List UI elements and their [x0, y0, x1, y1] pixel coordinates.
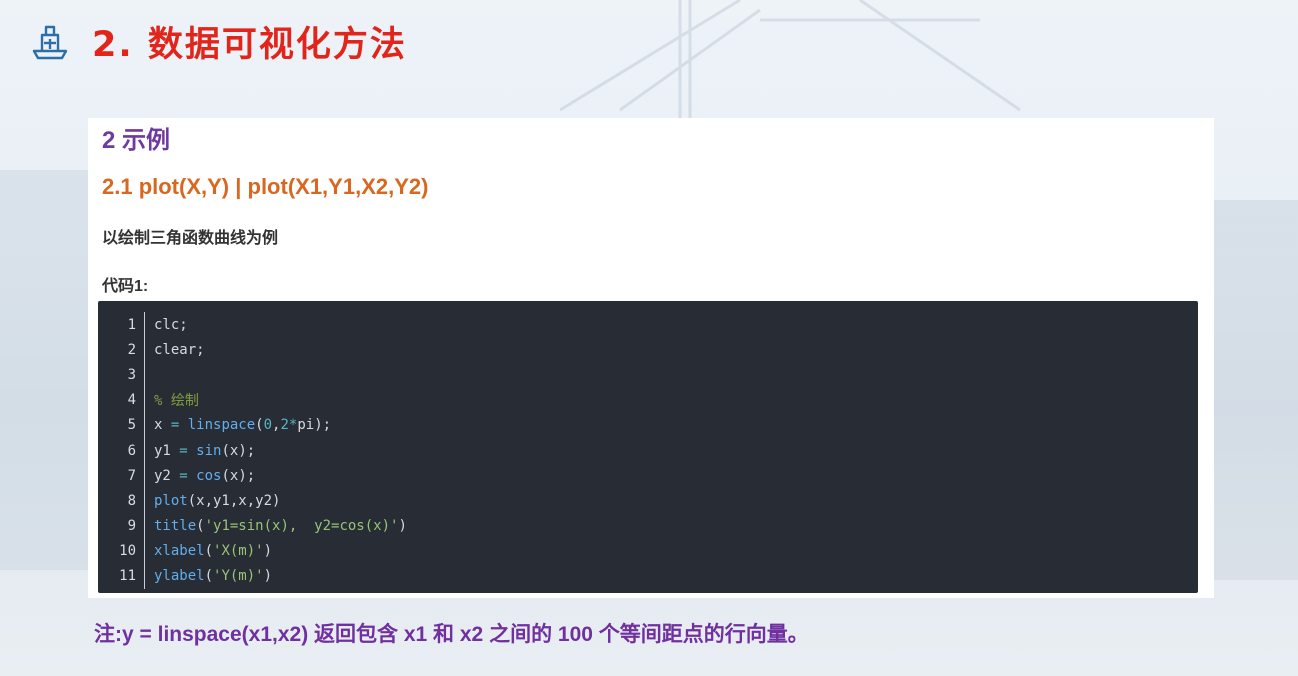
code-line: 3	[98, 362, 1198, 388]
note-text: 注:y = linspace(x1,x2) 返回包含 x1 和 x2 之间的 1…	[94, 623, 809, 646]
code-block[interactable]: 1 clc; 2 clear; 3 4 % 绘制 5 x = linspace(0,2*pi);…	[98, 301, 1198, 593]
section-description: 以绘制三角函数曲线为例	[102, 230, 279, 247]
code-text: x = linspace(0,2*pi);	[154, 417, 332, 434]
code-text: y2 = cos(x);	[154, 467, 256, 484]
code-text: y1 = sin(x);	[154, 442, 256, 459]
background-crane-image	[559, 0, 1080, 120]
code-label: 代码1:	[102, 278, 149, 295]
code-text: plot(x,y1,x,y2)	[154, 492, 281, 509]
line-number: 3	[127, 366, 136, 383]
code-line: 11 ylabel('Y(m)')	[98, 563, 1198, 590]
background-left-scenery	[0, 170, 90, 570]
code-line: 9 title('y1=sin(x), y2=cos(x)')	[98, 513, 1198, 539]
code-text: title('y1=sin(x), y2=cos(x)')	[154, 518, 407, 535]
code-lines: 1 clc; 2 clear; 3 4 % 绘制 5 x = linspace(0,2*pi);…	[98, 312, 1198, 590]
section-subheading: 2.1 plot(X,Y) | plot(X1,Y1,X2,Y2)	[102, 174, 429, 199]
slide-header: 2. 数据可视化方法	[30, 18, 407, 65]
gutter-separator	[144, 362, 145, 388]
code-line: 1 clc;	[98, 312, 1198, 338]
line-number: 1	[127, 316, 136, 333]
line-number: 11	[119, 568, 136, 585]
section-heading: 2 示例	[102, 127, 171, 154]
background-right-scenery	[1214, 200, 1298, 580]
line-number: 2	[127, 341, 136, 358]
line-number: 4	[127, 392, 136, 409]
code-line: 8 plot(x,y1,x,y2)	[98, 488, 1198, 514]
line-number: 5	[127, 417, 136, 434]
line-number: 7	[127, 467, 136, 484]
code-line: 6 y1 = sin(x);	[98, 437, 1198, 464]
code-text: clc;	[154, 316, 188, 333]
line-number: 9	[127, 518, 136, 535]
code-line: 7 y2 = cos(x);	[98, 463, 1198, 489]
code-text: ylabel('Y(m)')	[154, 568, 273, 585]
code-text: clear;	[154, 341, 205, 358]
code-text: xlabel('X(m)')	[154, 543, 273, 560]
code-line: 5 x = linspace(0,2*pi);	[98, 412, 1198, 438]
code-line: 4 % 绘制	[98, 387, 1198, 413]
line-number: 8	[127, 492, 136, 509]
line-number: 6	[127, 442, 136, 459]
ship-icon	[30, 21, 70, 61]
code-line: 10 xlabel('X(m)')	[98, 538, 1198, 564]
code-text: % 绘制	[154, 393, 199, 410]
line-number: 10	[119, 543, 136, 560]
slide-title: 2. 数据可视化方法	[92, 24, 407, 65]
code-line: 2 clear;	[98, 337, 1198, 363]
content-panel: 2 示例 2.1 plot(X,Y) | plot(X1,Y1,X2,Y2) 以…	[88, 118, 1214, 598]
